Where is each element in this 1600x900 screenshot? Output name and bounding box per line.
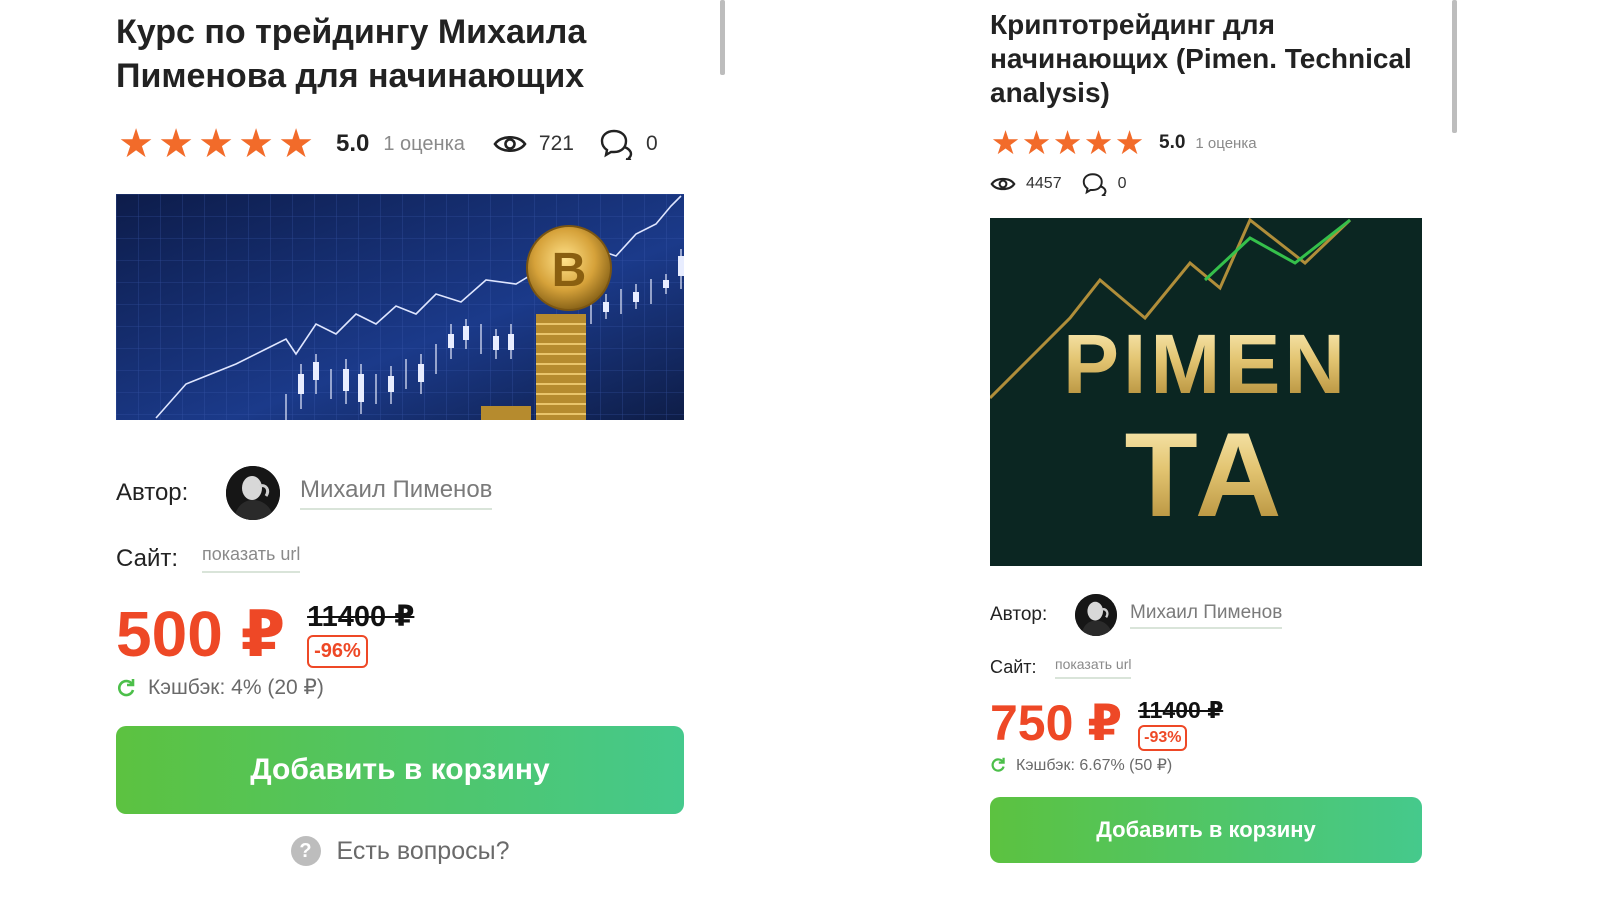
- avatar[interactable]: [1075, 594, 1117, 636]
- cashback-text: Кэшбэк: 4% (20 ₽): [148, 676, 324, 699]
- svg-text:B: B: [552, 244, 587, 297]
- star-icon: ★: [158, 122, 194, 166]
- rating-stars[interactable]: ★ ★ ★ ★ ★: [990, 126, 1145, 160]
- star-icon: ★: [198, 122, 234, 166]
- site-label: Сайт:: [990, 657, 1037, 677]
- author-row: Автор: Михаил Пименов: [990, 594, 1422, 636]
- show-url-link[interactable]: показать url: [1055, 656, 1132, 679]
- scrollbar-left[interactable]: [720, 0, 725, 75]
- scrollbar-right[interactable]: [1452, 0, 1457, 133]
- views-stat: 721: [493, 132, 574, 156]
- questions-text: Есть вопросы?: [336, 836, 510, 865]
- old-price: 11400 ₽: [307, 601, 415, 633]
- views-count: 721: [538, 132, 574, 155]
- banner-text-pimen: PIMEN: [1063, 317, 1349, 411]
- discount-badge: -96%: [307, 635, 368, 668]
- star-icon: ★: [118, 122, 154, 166]
- site-row: Сайт: показать url: [990, 656, 1422, 679]
- course-stats: 4457 0: [990, 170, 1422, 198]
- views-stat: 4457: [990, 175, 1062, 193]
- course-meta: ★ ★ ★ ★ ★ 5.0 1 оценка: [990, 126, 1422, 160]
- comments-icon: [600, 129, 633, 160]
- star-icon: ★: [1052, 124, 1083, 161]
- current-price: 750 ₽: [990, 695, 1123, 751]
- cashback-text: Кэшбэк: 6.67% (50 ₽): [1016, 757, 1173, 774]
- rating-value: 5.0: [1159, 132, 1186, 153]
- add-to-cart-button[interactable]: Добавить в корзину: [116, 726, 684, 814]
- questions-link[interactable]: ? Есть вопросы?: [116, 836, 684, 866]
- add-to-cart-button[interactable]: Добавить в корзину: [990, 797, 1422, 863]
- course-card-1: Курс по трейдингу Михаила Пименова для н…: [116, 10, 684, 866]
- star-icon: ★: [238, 122, 274, 166]
- star-icon: ★: [1114, 124, 1145, 161]
- author-label: Автор:: [116, 479, 189, 506]
- site-label: Сайт:: [116, 544, 179, 572]
- cashback-icon: [991, 757, 1005, 772]
- course-meta: ★ ★ ★ ★ ★ 5.0 1 оценка 721 0: [116, 124, 684, 164]
- rating-value: 5.0: [336, 130, 370, 157]
- cashback-row: Кэшбэк: 4% (20 ₽): [116, 675, 684, 700]
- help-icon: ?: [290, 836, 321, 866]
- cashback-row: Кэшбэк: 6.67% (50 ₽): [990, 755, 1422, 775]
- course-banner-image[interactable]: B: [116, 194, 684, 420]
- comments-stat[interactable]: 0: [600, 128, 658, 160]
- course-title[interactable]: Криптотрейдинг для начинающих (Pimen. Te…: [990, 8, 1422, 110]
- cashback-icon: [118, 678, 135, 696]
- price-row: 500 ₽ 11400 ₽ -96%: [116, 599, 684, 669]
- avatar[interactable]: [226, 466, 280, 520]
- star-icon: ★: [990, 124, 1021, 161]
- discount-badge: -93%: [1138, 725, 1188, 751]
- comments-stat[interactable]: 0: [1082, 172, 1127, 196]
- comments-count: 0: [645, 132, 658, 155]
- eye-icon: [990, 177, 1016, 191]
- price-row: 750 ₽ 11400 ₽ -93%: [990, 695, 1422, 751]
- rating-count[interactable]: 1 оценка: [1195, 135, 1256, 152]
- course-banner-image[interactable]: PIMEN TA: [990, 218, 1422, 566]
- comments-count: 0: [1117, 175, 1127, 192]
- current-price: 500 ₽: [116, 598, 286, 670]
- author-row: Автор: Михаил Пименов: [116, 466, 684, 520]
- rating-stars[interactable]: ★ ★ ★ ★ ★: [116, 124, 316, 164]
- old-price: 11400 ₽: [1138, 697, 1224, 723]
- author-label: Автор:: [990, 604, 1048, 625]
- eye-icon: [493, 135, 527, 153]
- views-count: 4457: [1026, 175, 1062, 192]
- star-icon: ★: [278, 122, 314, 166]
- star-icon: ★: [1021, 124, 1052, 161]
- comments-icon: [1082, 173, 1107, 196]
- show-url-link[interactable]: показать url: [202, 544, 301, 573]
- site-row: Сайт: показать url: [116, 544, 684, 573]
- course-card-2: Криптотрейдинг для начинающих (Pimen. Te…: [990, 8, 1422, 863]
- rating-count[interactable]: 1 оценка: [383, 133, 465, 156]
- author-link[interactable]: Михаил Пименов: [300, 476, 493, 510]
- star-icon: ★: [1083, 124, 1114, 161]
- author-link[interactable]: Михаил Пименов: [1130, 602, 1283, 629]
- banner-text-ta: TA: [1124, 408, 1287, 542]
- course-title[interactable]: Курс по трейдингу Михаила Пименова для н…: [116, 10, 684, 98]
